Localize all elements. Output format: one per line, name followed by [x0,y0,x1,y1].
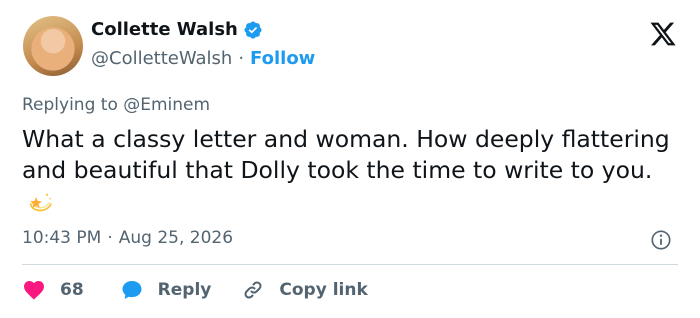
divider [22,264,678,265]
avatar[interactable] [23,16,83,76]
reply-label: Reply [157,280,212,300]
tweet-text: What a classy letter and woman. How deep… [22,124,682,217]
tweet-meta: 10:43 PM · Aug 25, 2026 [22,228,233,248]
handle-row: @ColletteWalsh · Follow [91,48,315,69]
like-button[interactable]: 68 [22,278,84,302]
link-icon [244,281,262,299]
separator-dot: · [238,48,245,69]
reply-bubble-icon [122,281,142,299]
copy-link-button[interactable]: Copy link [241,278,368,302]
author-name-row: Collette Walsh [91,19,263,40]
likes-count: 68 [60,280,84,300]
heart-icon [24,281,44,300]
verified-badge-icon [244,20,262,39]
meta-separator: · [107,228,113,248]
tweet-time[interactable]: 10:43 PM [22,228,101,248]
reply-mention-link[interactable]: @Eminem [123,95,210,115]
dizzy-star-emoji-icon [29,193,52,212]
reply-button[interactable]: Reply [120,278,212,302]
replying-prefix: Replying to [22,95,118,115]
copy-link-label: Copy link [279,280,368,300]
author-name[interactable]: Collette Walsh [91,19,238,40]
author-handle[interactable]: @ColletteWalsh [91,48,232,69]
action-bar: 68 Reply Copy link [22,278,398,302]
replying-to: Replying to @Eminem [22,95,210,115]
tweet-body: What a classy letter and woman. How deep… [22,125,670,184]
info-icon[interactable] [650,229,672,251]
tweet-date[interactable]: Aug 25, 2026 [119,228,233,248]
follow-button[interactable]: Follow [250,48,315,69]
x-logo-icon[interactable] [648,20,678,48]
